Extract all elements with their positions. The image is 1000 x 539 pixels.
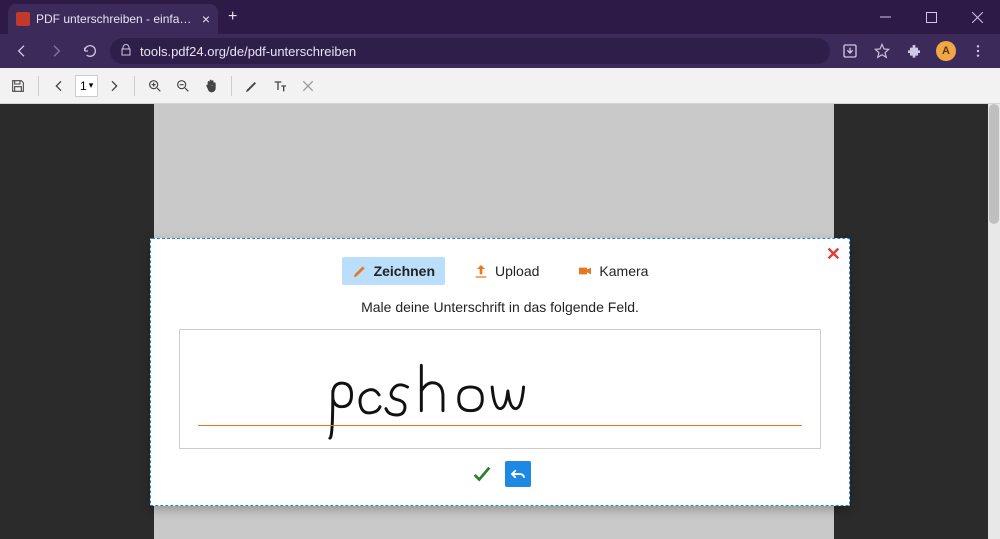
signature-drawing: [180, 330, 820, 448]
bookmark-icon[interactable]: [868, 37, 896, 65]
tab-upload[interactable]: Upload: [463, 257, 549, 285]
browser-tab-active[interactable]: PDF unterschreiben - einfach, online ×: [8, 4, 218, 34]
window-controls: [862, 0, 1000, 34]
next-page-icon[interactable]: [102, 74, 126, 98]
back-button[interactable]: [8, 37, 36, 65]
forward-button[interactable]: [42, 37, 70, 65]
draw-tool-icon[interactable]: [240, 74, 264, 98]
zoom-in-icon[interactable]: [143, 74, 167, 98]
profile-avatar[interactable]: A: [932, 37, 960, 65]
camera-icon: [577, 263, 593, 279]
tab-camera[interactable]: Kamera: [567, 257, 658, 285]
toolbar-separator: [134, 76, 135, 96]
toolbar-separator: [231, 76, 232, 96]
zoom-out-icon[interactable]: [171, 74, 195, 98]
upload-icon: [473, 263, 489, 279]
instruction-text: Male deine Unterschrift in das folgende …: [179, 299, 821, 315]
pencil-icon: [352, 263, 368, 279]
scrollbar-thumb[interactable]: [989, 104, 999, 224]
reload-button[interactable]: [76, 37, 104, 65]
tab-draw[interactable]: Zeichnen: [342, 257, 445, 285]
page-number-select[interactable]: 1 ▾: [75, 75, 98, 97]
toolbar-separator: [38, 76, 39, 96]
new-tab-button[interactable]: +: [218, 0, 247, 34]
browser-address-bar: tools.pdf24.org/de/pdf-unterschreiben A: [0, 34, 1000, 68]
url-text: tools.pdf24.org/de/pdf-unterschreiben: [140, 44, 356, 59]
undo-button[interactable]: [505, 461, 531, 487]
avatar-letter: A: [936, 41, 956, 61]
url-input[interactable]: tools.pdf24.org/de/pdf-unterschreiben: [110, 38, 830, 64]
window-minimize-button[interactable]: [862, 0, 908, 34]
page-viewport: 1 ▾: [0, 68, 1000, 539]
confirm-button[interactable]: [469, 461, 495, 487]
tab-title: PDF unterschreiben - einfach, online: [36, 12, 196, 26]
window-close-button[interactable]: [954, 0, 1000, 34]
chevron-down-icon: ▾: [89, 80, 94, 91]
extensions-icon[interactable]: [900, 37, 928, 65]
signature-modal: ✕ Zeichnen Upload Kamera Male deine Unte…: [150, 238, 850, 506]
modal-actions: [179, 461, 821, 487]
check-icon: [471, 463, 493, 485]
browser-menu-icon[interactable]: [964, 37, 992, 65]
vertical-scrollbar[interactable]: [988, 104, 1000, 539]
install-app-icon[interactable]: [836, 37, 864, 65]
signature-canvas[interactable]: [179, 329, 821, 449]
text-tool-icon[interactable]: [268, 74, 292, 98]
tab-draw-label: Zeichnen: [374, 263, 435, 279]
window-maximize-button[interactable]: [908, 0, 954, 34]
close-icon[interactable]: ✕: [826, 245, 841, 263]
delete-tool-icon[interactable]: [296, 74, 320, 98]
page-number-value: 1: [80, 79, 87, 93]
signature-baseline: [198, 425, 802, 426]
prev-page-icon[interactable]: [47, 74, 71, 98]
signature-mode-tabs: Zeichnen Upload Kamera: [179, 257, 821, 285]
browser-tab-strip: PDF unterschreiben - einfach, online × +: [0, 0, 1000, 34]
favicon: [16, 12, 30, 26]
tab-camera-label: Kamera: [599, 263, 648, 279]
lock-icon: [120, 44, 132, 59]
save-icon[interactable]: [6, 74, 30, 98]
pan-hand-icon[interactable]: [199, 74, 223, 98]
undo-icon: [509, 465, 527, 483]
app-toolbar: 1 ▾: [0, 68, 1000, 104]
close-tab-icon[interactable]: ×: [202, 12, 210, 26]
tab-upload-label: Upload: [495, 263, 539, 279]
